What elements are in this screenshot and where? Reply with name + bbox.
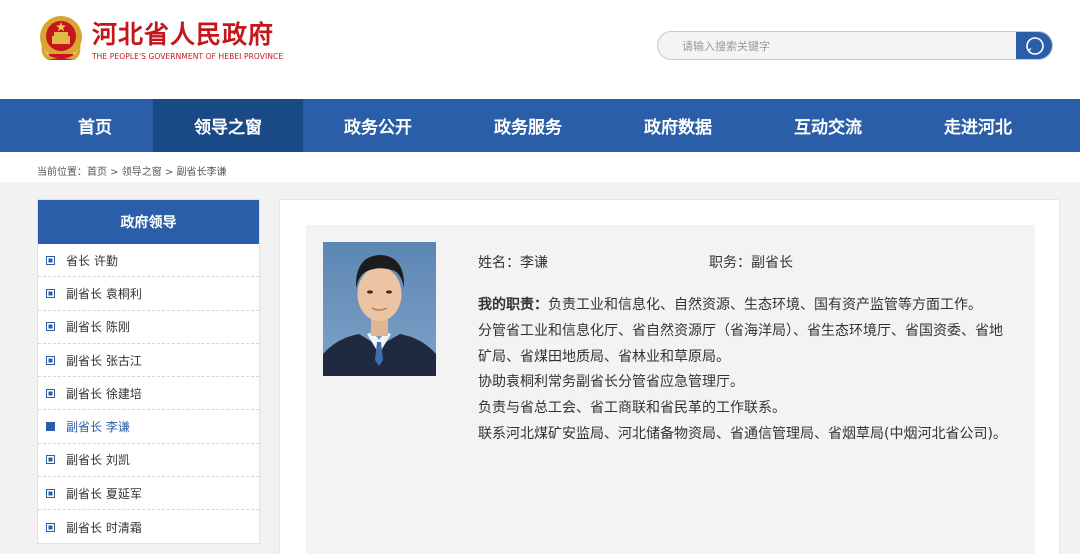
duties-line: 负责与省总工会、省工商联和省民革的工作联系。 <box>478 400 786 417</box>
nav-item-home[interactable]: 首页 <box>20 99 170 152</box>
nav-item-government-data[interactable]: 政府数据 <box>603 99 753 152</box>
sidebar-item-li-qian[interactable]: 副省长 李谦 <box>38 410 259 444</box>
duties-section: 我的职责：负责工业和信息化、自然资源、生态环境、国有资产监管等方面工作。 分管省… <box>478 293 1013 448</box>
main-nav: 首页 领导之窗 政务公开 政务服务 政府数据 互动交流 走进河北 <box>0 99 1080 152</box>
breadcrumb: 当前位置：首页 > 领导之窗 > 副省长李谦 <box>37 167 227 178</box>
site-title[interactable]: 河北省人民政府 <box>92 15 274 51</box>
square-bullet-icon <box>46 355 55 365</box>
name-position-row: 姓名：李谦 职务：副省长 <box>478 251 1013 277</box>
sidebar-item-label: 副省长 张古江 <box>66 353 142 368</box>
national-emblem-icon[interactable] <box>38 14 84 64</box>
duties-line: 分管省工业和信息化厅、省自然资源厅（省海洋局）、省生态环境厅、省国资委、省地矿局… <box>478 322 1003 365</box>
duties-line: 联系河北煤矿安监局、河北储备物资局、省通信管理局、省烟草局(中烟河北省公司)。 <box>478 425 1007 442</box>
sidebar-item-zhang-gujiang[interactable]: 副省长 张古江 <box>38 344 259 378</box>
sidebar-item-label: 副省长 徐建培 <box>66 386 142 401</box>
duties-line: 协助袁桐利常务副省长分管省应急管理厅。 <box>478 374 744 391</box>
sidebar-item-xia-yanjun[interactable]: 副省长 夏延军 <box>38 477 259 511</box>
square-bullet-icon <box>46 488 55 498</box>
duties-label: 我的职责： <box>478 297 548 313</box>
square-bullet-icon <box>46 522 55 532</box>
position-value: 副省长 <box>751 255 793 271</box>
nav-item-government-affairs[interactable]: 政务公开 <box>303 99 453 152</box>
sidebar-item-label: 副省长 刘凯 <box>66 453 130 468</box>
square-bullet-icon <box>46 388 55 398</box>
nav-item-about-hebei[interactable]: 走进河北 <box>903 99 1053 152</box>
sidebar-item-label: 副省长 夏延军 <box>66 486 142 501</box>
nav-item-leaders[interactable]: 领导之窗 <box>153 99 303 152</box>
search-input[interactable] <box>682 38 1002 54</box>
portrait-photo <box>323 242 436 376</box>
duties-paragraph: 我的职责：负责工业和信息化、自然资源、生态环境、国有资产监管等方面工作。 <box>478 293 1013 319</box>
sidebar-item-label: 副省长 袁桐利 <box>66 286 142 301</box>
position-field: 职务：副省长 <box>709 251 793 277</box>
square-bullet-icon <box>46 322 55 332</box>
name-value: 李谦 <box>520 255 548 271</box>
site-subtitle: THE PEOPLE'S GOVERNMENT OF HEBEI PROVINC… <box>92 52 284 61</box>
sidebar-item-chen-gang[interactable]: 副省长 陈刚 <box>38 311 259 344</box>
sidebar-item-xu-qin[interactable]: 省长 许勤 <box>38 244 259 278</box>
square-bullet-icon <box>46 422 55 432</box>
search-box <box>657 31 1053 60</box>
position-label: 职务： <box>709 255 751 271</box>
profile-info: 姓名：李谦 职务：副省长 我的职责：负责工业和信息化、自然资源、生态环境、国有资… <box>478 251 1013 448</box>
site-header: 河北省人民政府 THE PEOPLE'S GOVERNMENT OF HEBEI… <box>0 0 1080 99</box>
sidebar-item-label: 副省长 陈刚 <box>66 320 130 335</box>
square-bullet-icon <box>46 255 55 265</box>
sidebar-item-liu-kai[interactable]: 副省长 刘凯 <box>38 444 259 478</box>
main-panel: 姓名：李谦 职务：副省长 我的职责：负责工业和信息化、自然资源、生态环境、国有资… <box>279 199 1060 554</box>
square-bullet-icon <box>46 455 55 465</box>
nav-item-government-services[interactable]: 政务服务 <box>453 99 603 152</box>
sidebar-item-shi-qingshuang[interactable]: 副省长 时清霜 <box>38 510 259 543</box>
profile-card: 姓名：李谦 职务：副省长 我的职责：负责工业和信息化、自然资源、生态环境、国有资… <box>306 225 1035 554</box>
name-label: 姓名： <box>478 255 520 271</box>
sidebar-item-xu-jianpei[interactable]: 副省长 徐建培 <box>38 377 259 411</box>
sidebar-title: 政府领导 <box>38 200 259 244</box>
leaders-sidebar: 政府领导 省长 许勤 副省长 袁桐利 副省长 陈刚 副省长 张古江 副省长 徐建… <box>37 199 260 544</box>
sidebar-item-label: 副省长 时清霜 <box>66 520 142 535</box>
search-button[interactable] <box>1016 32 1052 59</box>
sidebar-item-yuan-tongli[interactable]: 副省长 袁桐利 <box>38 277 259 311</box>
duties-text: 负责工业和信息化、自然资源、生态环境、国有资产监管等方面工作。 <box>548 297 982 313</box>
sidebar-item-label: 副省长 李谦 <box>66 420 130 435</box>
search-icon <box>1025 36 1044 55</box>
sidebar-list: 省长 许勤 副省长 袁桐利 副省长 陈刚 副省长 张古江 副省长 徐建培 副省长… <box>38 244 259 544</box>
sidebar-item-label: 省长 许勤 <box>66 253 118 268</box>
nav-item-interaction[interactable]: 互动交流 <box>753 99 903 152</box>
square-bullet-icon <box>46 288 55 298</box>
